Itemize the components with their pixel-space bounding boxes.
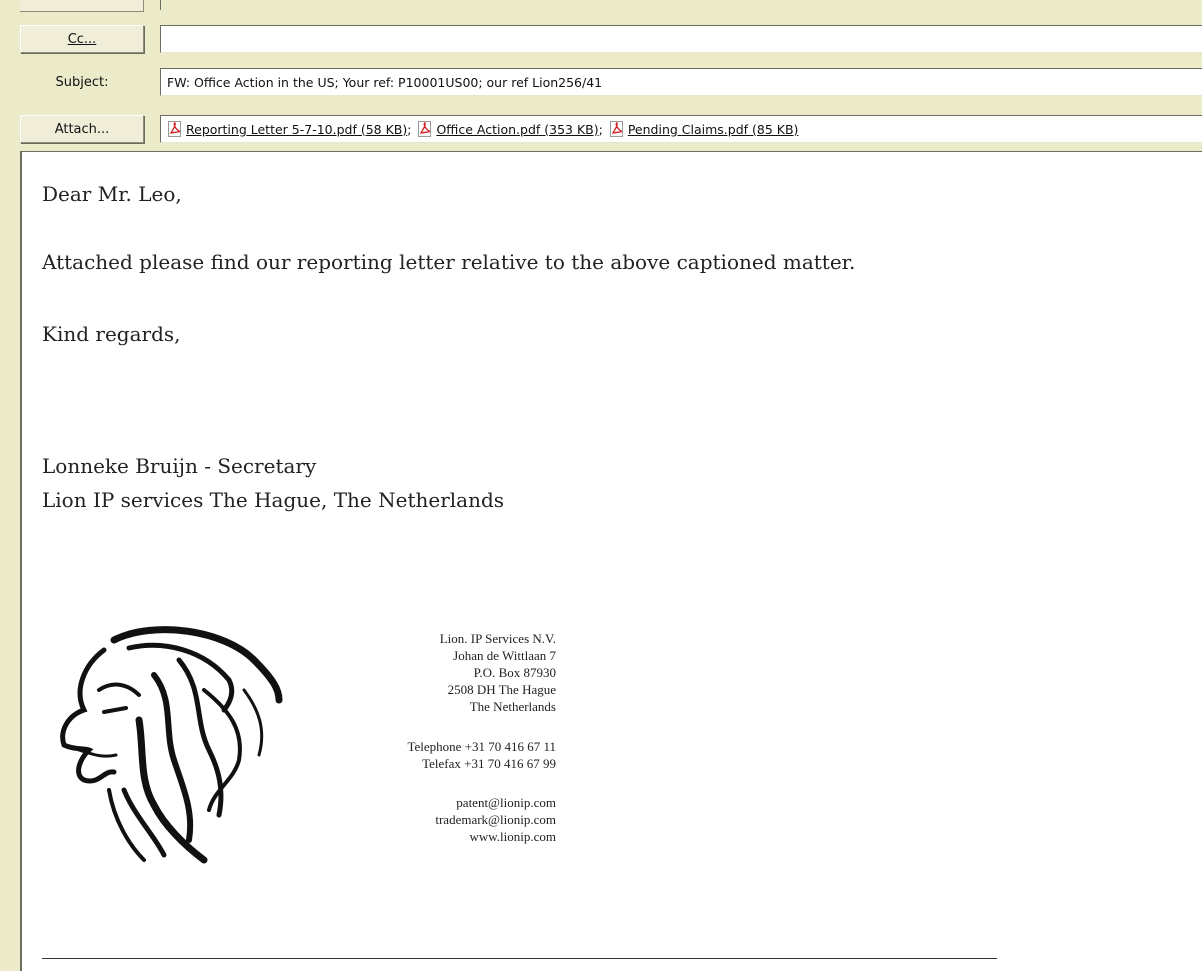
attachment-link: Office Action.pdf (353 KB)	[436, 121, 599, 137]
attach-button[interactable]: Attach...	[20, 115, 144, 143]
email-trademark[interactable]: trademark@lionip.com	[435, 811, 556, 828]
attachment-item[interactable]: Reporting Letter 5-7-10.pdf (58 KB);	[167, 121, 415, 137]
subject-value: FW: Office Action in the US; Your ref: P…	[167, 74, 603, 90]
attachment-separator: ;	[407, 121, 412, 137]
closing: Kind regards,	[42, 322, 181, 346]
pdf-icon	[609, 121, 623, 137]
greeting: Dear Mr. Leo,	[42, 182, 182, 206]
attachment-item[interactable]: Office Action.pdf (353 KB);	[417, 121, 606, 137]
message-body[interactable]: Dear Mr. Leo, Attached please find our r…	[20, 151, 1202, 971]
signature-address: Lion. IP Services N.V. Johan de Wittlaan…	[440, 630, 556, 715]
attachment-link: Reporting Letter 5-7-10.pdf (58 KB)	[186, 121, 408, 137]
address-line: 2508 DH The Hague	[447, 682, 556, 697]
attach-button-label: Attach...	[54, 121, 110, 137]
pdf-icon	[418, 121, 432, 137]
sender-name: Lonneke Bruijn - Secretary	[42, 454, 317, 478]
signature-contacts: patent@lionip.com trademark@lionip.com w…	[435, 794, 556, 845]
website-link[interactable]: www.lionip.com	[435, 828, 556, 845]
sender-company: Lion IP services The Hague, The Netherla…	[42, 488, 505, 512]
to-field-partial[interactable]	[160, 0, 1202, 10]
message-text: Attached please find our reporting lette…	[42, 250, 856, 274]
pdf-icon	[168, 121, 181, 137]
address-line: Johan de Wittlaan 7	[453, 648, 556, 663]
email-patent[interactable]: patent@lionip.com	[435, 794, 556, 811]
to-button-partial[interactable]	[20, 0, 144, 12]
address-line: Lion. IP Services N.V.	[439, 631, 556, 646]
subject-row: Subject: FW: Office Action in the US; Yo…	[0, 65, 1202, 99]
divider-line	[42, 958, 997, 959]
attach-row: Attach... Reporting Letter 5-7-10.pdf (5…	[0, 112, 1202, 146]
address-line: P.O. Box 87930	[473, 665, 556, 680]
cc-button[interactable]: Cc...	[20, 25, 144, 53]
subject-label: Subject:	[55, 74, 109, 90]
attachment-item[interactable]: Pending Claims.pdf (85 KB)	[609, 121, 799, 137]
phone-line: Telephone +31 70 416 67 11	[407, 739, 556, 754]
address-line: The Netherlands	[469, 699, 556, 714]
lion-logo	[60, 626, 283, 864]
attachment-separator: ;	[598, 121, 603, 137]
cc-button-label: Cc...	[67, 31, 97, 47]
subject-field[interactable]: FW: Office Action in the US; Your ref: P…	[160, 68, 1202, 96]
phone-line: Telefax +31 70 416 67 99	[422, 756, 556, 771]
cc-row: Cc...	[0, 22, 1202, 56]
attachments-field[interactable]: Reporting Letter 5-7-10.pdf (58 KB); Off…	[160, 115, 1202, 143]
signature-phones: Telephone +31 70 416 67 11 Telefax +31 7…	[407, 738, 556, 772]
attachment-link: Pending Claims.pdf (85 KB)	[627, 121, 799, 137]
cc-field[interactable]	[160, 25, 1202, 53]
